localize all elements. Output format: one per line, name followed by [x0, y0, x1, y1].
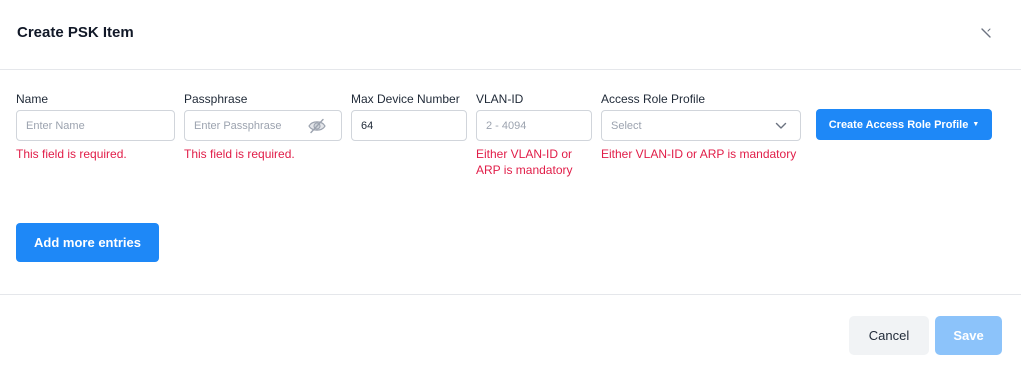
name-error: This field is required. — [16, 147, 127, 161]
max-device-input-wrapper — [351, 110, 467, 141]
caret-down-icon: ▼ — [972, 121, 980, 128]
passphrase-error: This field is required. — [184, 147, 295, 161]
name-input-wrapper — [16, 110, 175, 141]
add-more-entries-button[interactable]: Add more entries — [16, 223, 159, 262]
vlan-id-label: VLAN-ID — [476, 92, 524, 106]
max-device-label: Max Device Number — [351, 92, 460, 106]
access-role-error: Either VLAN-ID or ARP is mandatory — [601, 147, 797, 161]
passphrase-label: Passphrase — [184, 92, 248, 106]
save-button[interactable]: Save — [935, 316, 1002, 355]
vlan-id-field-group: VLAN-ID Either VLAN-ID or ARP is mandato… — [476, 91, 592, 178]
access-role-field-group: Access Role Profile Select Either VLAN-I… — [601, 91, 801, 162]
cancel-button[interactable]: Cancel — [849, 316, 929, 355]
chevron-down-icon — [775, 122, 787, 129]
eye-off-icon[interactable] — [307, 117, 327, 135]
dialog-title: Create PSK Item — [17, 24, 134, 41]
name-label: Name — [16, 92, 49, 106]
vlan-id-input-wrapper — [476, 110, 592, 141]
create-psk-dialog: Create PSK Item Name This field is requi… — [0, 0, 1021, 374]
access-role-label: Access Role Profile — [601, 92, 706, 106]
create-access-role-profile-button[interactable]: Create Access Role Profile ▼ — [816, 109, 992, 140]
passphrase-input-wrapper — [184, 110, 342, 141]
name-field-group: Name This field is required. — [16, 91, 175, 162]
max-device-field-group: Max Device Number — [351, 91, 467, 141]
name-input[interactable] — [17, 111, 174, 140]
passphrase-field-group: Passphrase This field is required. — [184, 91, 342, 162]
close-icon — [981, 28, 991, 38]
max-device-input[interactable] — [352, 111, 466, 140]
vlan-id-error: Either VLAN-ID or ARP is mandatory — [476, 147, 573, 177]
access-role-select[interactable]: Select — [601, 110, 801, 141]
footer-divider — [0, 294, 1021, 295]
access-role-selected-value: Select — [611, 119, 642, 132]
create-access-role-profile-label: Create Access Role Profile — [828, 118, 969, 131]
vlan-id-input[interactable] — [477, 111, 591, 140]
dialog-header: Create PSK Item — [0, 0, 1021, 70]
close-button[interactable] — [975, 22, 997, 44]
